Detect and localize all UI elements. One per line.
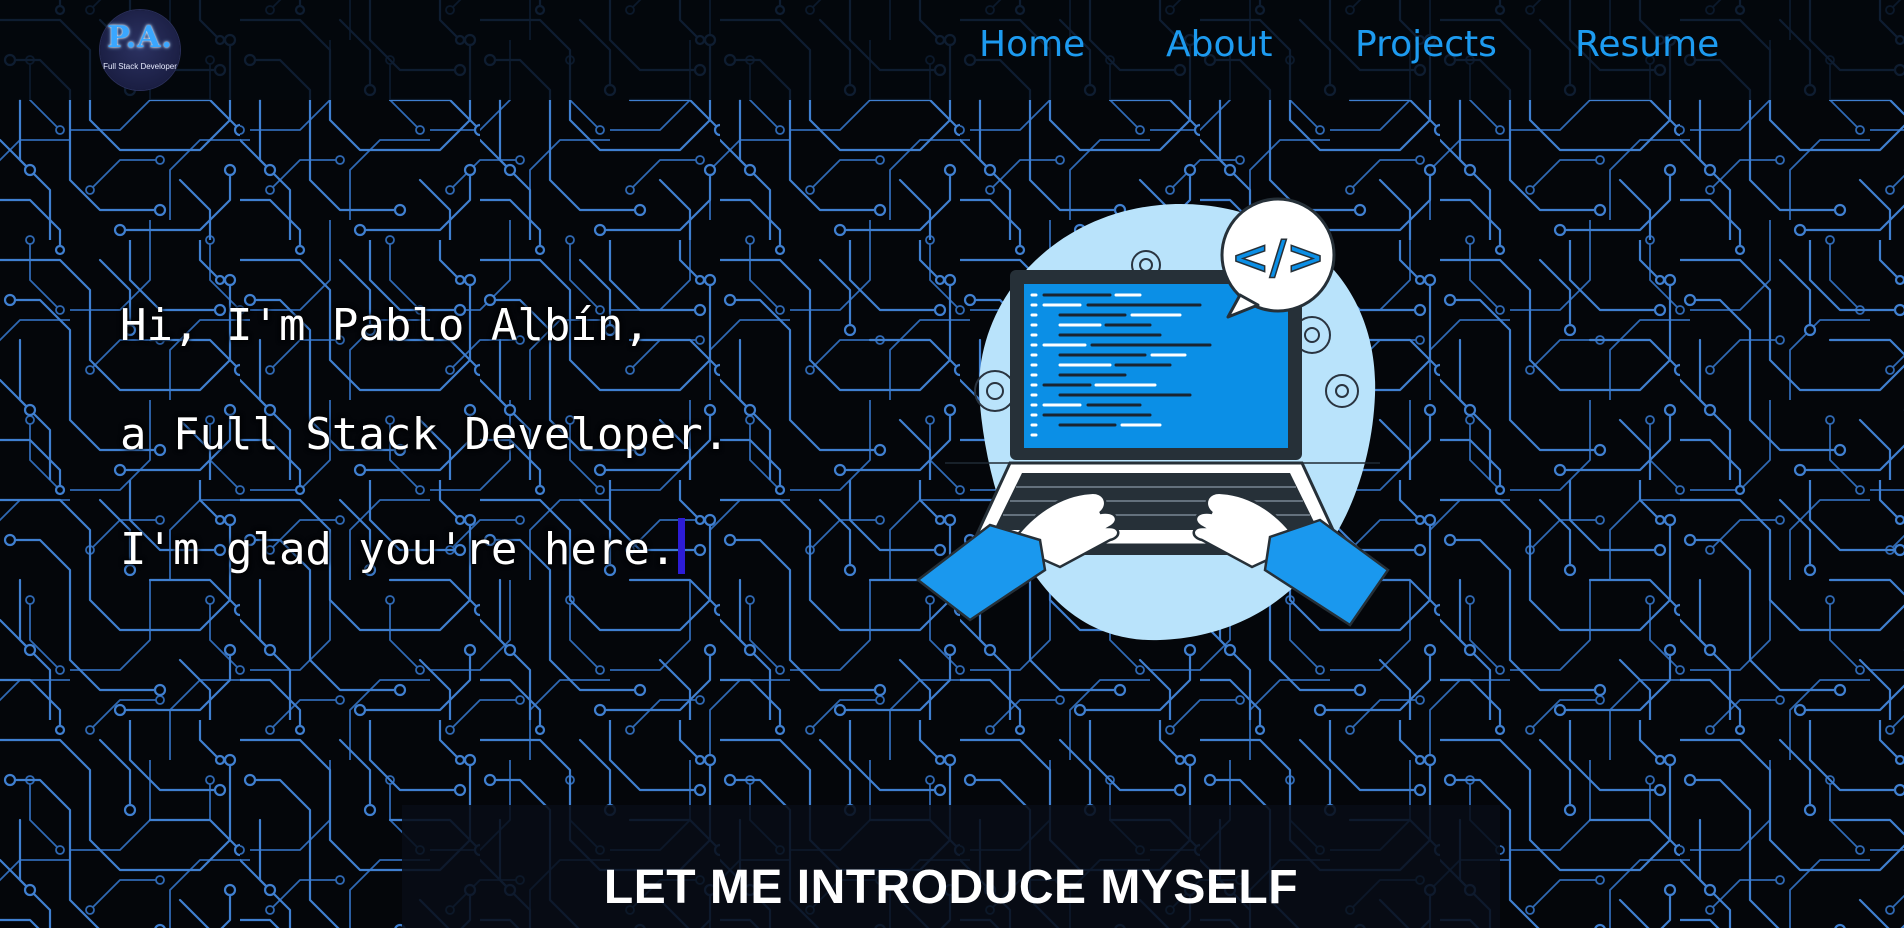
nav-link-about[interactable]: About — [1166, 24, 1272, 65]
navbar: P.A. Full Stack Developer Home About Pro… — [0, 0, 1904, 100]
hero-line-welcome: I'm glad you're here. — [120, 518, 686, 575]
typing-caret — [678, 518, 686, 574]
hero-line-greeting: Hi, I'm Pablo Albín, — [120, 300, 650, 351]
portfolio-page: P.A. Full Stack Developer Home About Pro… — [0, 0, 1904, 928]
about-title: LET ME INTRODUCE MYSELF — [603, 861, 1299, 914]
logo-initials: P.A. — [107, 20, 173, 55]
nav-link-resume[interactable]: Resume — [1575, 24, 1719, 65]
logo[interactable]: P.A. Full Stack Developer — [100, 10, 180, 90]
nav-link-home[interactable]: Home — [979, 24, 1085, 65]
code-tag-label: </> — [1231, 230, 1325, 284]
nav-link-projects[interactable]: Projects — [1355, 24, 1497, 65]
hero-line-role: a Full Stack Developer. — [120, 409, 730, 460]
logo-subtitle: Full Stack Developer — [103, 62, 177, 71]
about-section: LET ME INTRODUCE MYSELF — [402, 805, 1500, 928]
laptop-coding-illustration: </> — [915, 197, 1390, 641]
hero-welcome-text: I'm glad you're here. — [120, 524, 677, 575]
